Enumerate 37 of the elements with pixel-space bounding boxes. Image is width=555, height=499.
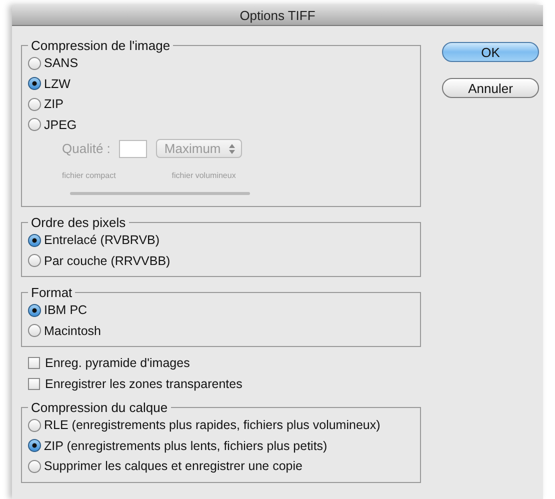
group-title: Compression de l'image bbox=[30, 38, 172, 53]
window-title: Options TIFF bbox=[240, 8, 316, 22]
radio-option[interactable]: Entrelacé (RVBRVB) bbox=[28, 230, 414, 250]
group-title: Format bbox=[30, 285, 74, 300]
radio-option[interactable]: Macintosh bbox=[28, 320, 414, 341]
cancel-button[interactable]: Annuler bbox=[442, 78, 539, 98]
radio-option[interactable]: Supprimer les calques et enregistrer une copie bbox=[28, 456, 414, 476]
slider-max-label: fichier volumineux bbox=[172, 171, 236, 180]
ok-button[interactable]: OK bbox=[442, 42, 539, 62]
checkbox[interactable] bbox=[28, 357, 40, 370]
group-title: Ordre des pixels bbox=[30, 215, 127, 230]
checkbox-option[interactable]: Enreg. pyramide d'images bbox=[28, 353, 421, 374]
radio-button[interactable] bbox=[28, 98, 41, 111]
radio-option[interactable]: RLE (enregistrements plus rapides, fichiers plus volumineux) bbox=[28, 415, 414, 436]
radio-option[interactable]: SANS bbox=[28, 53, 414, 74]
radio-button[interactable] bbox=[28, 77, 41, 90]
radio-option[interactable]: LZW bbox=[28, 74, 414, 94]
radio-button[interactable] bbox=[28, 254, 41, 268]
radio-option[interactable]: ZIP (enregistrements plus lents, fichiers plus petits) bbox=[28, 436, 414, 456]
radio-button[interactable] bbox=[28, 324, 41, 338]
stepper-icon bbox=[226, 142, 237, 156]
radio-option[interactable]: IBM PC bbox=[28, 300, 414, 320]
group-title: Compression du calque bbox=[30, 400, 169, 415]
radio-option[interactable]: JPEG bbox=[28, 114, 414, 135]
radio-button[interactable] bbox=[28, 439, 41, 452]
radio-button[interactable] bbox=[28, 234, 41, 247]
quality-label: Qualité : bbox=[62, 141, 110, 156]
radio-button[interactable] bbox=[28, 304, 41, 317]
radio-option[interactable]: ZIP bbox=[28, 94, 414, 114]
radio-option[interactable]: Par couche (RRVVBB) bbox=[28, 250, 414, 271]
checkbox[interactable] bbox=[28, 378, 40, 390]
radio-button[interactable] bbox=[28, 460, 41, 473]
checkbox-option[interactable]: Enregistrer les zones transparentes bbox=[28, 374, 421, 394]
slider-min-label: fichier compact bbox=[62, 171, 116, 180]
radio-button[interactable] bbox=[28, 56, 41, 70]
radio-button[interactable] bbox=[28, 118, 41, 132]
radio-button[interactable] bbox=[28, 418, 41, 432]
